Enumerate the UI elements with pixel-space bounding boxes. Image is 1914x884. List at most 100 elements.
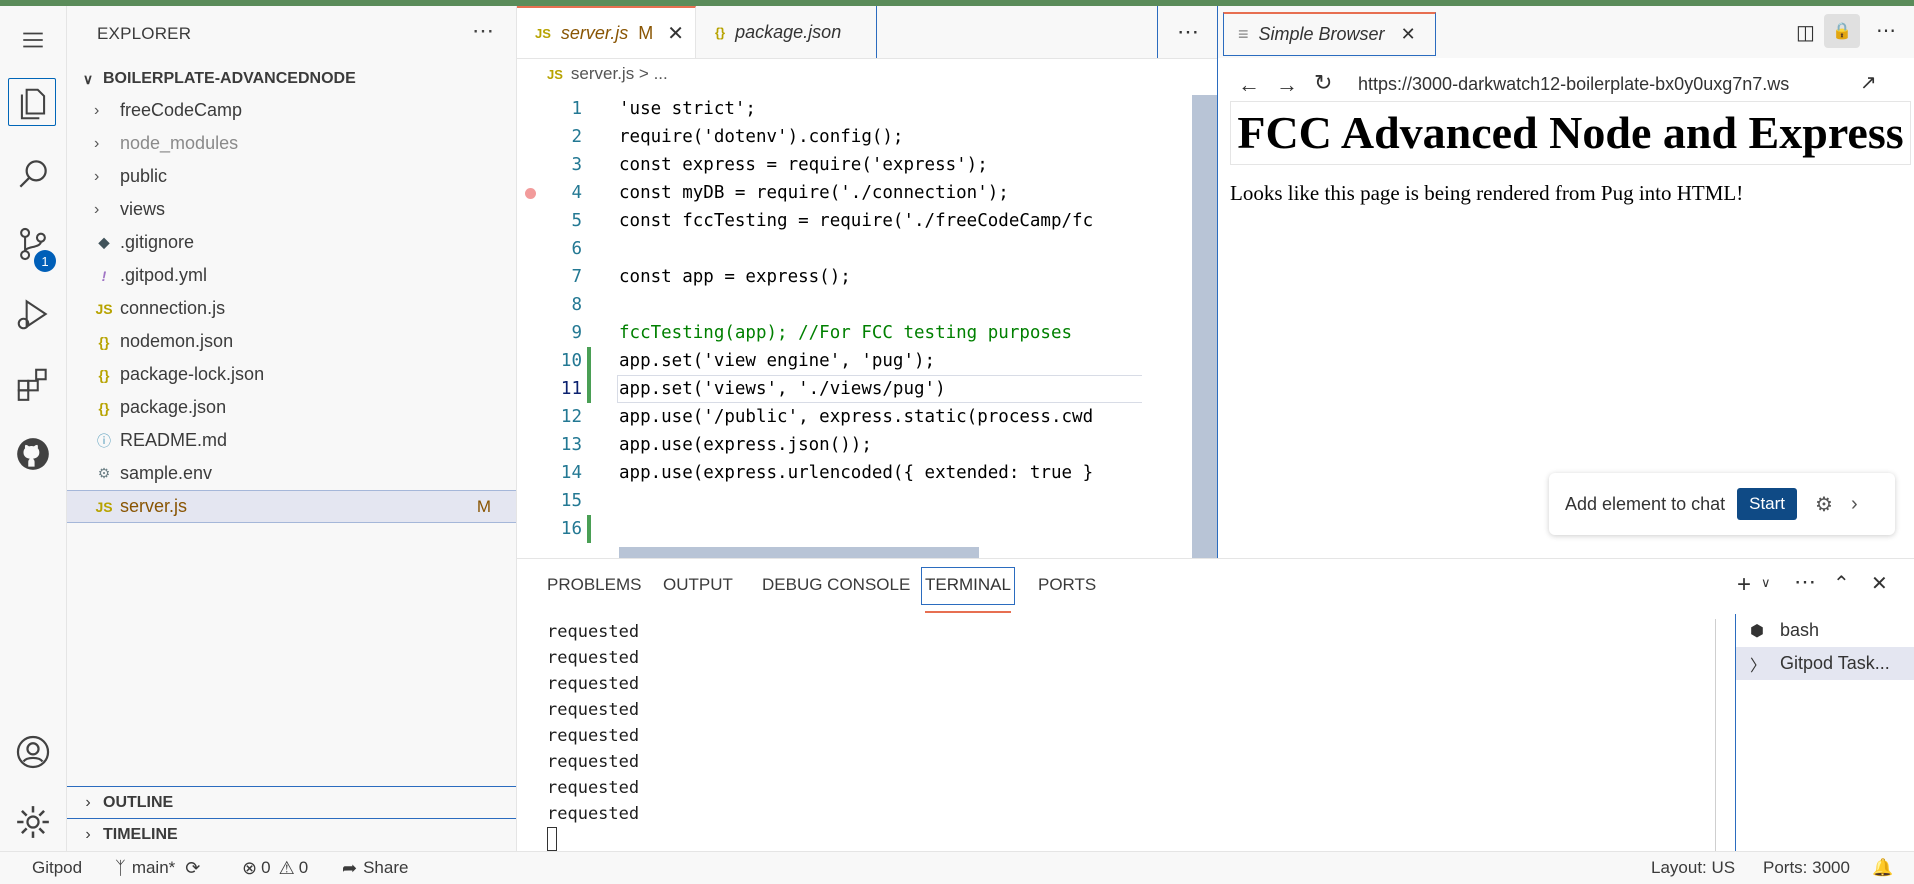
tab-output[interactable]: OUTPUT bbox=[663, 559, 733, 611]
terminal-line: requested bbox=[547, 804, 640, 824]
line-number: 1 bbox=[571, 99, 582, 119]
reload-icon[interactable]: ↻ bbox=[1314, 70, 1332, 96]
chevron-right-icon: › bbox=[94, 101, 100, 119]
terminal-line: requested bbox=[547, 726, 640, 746]
line-number: 2 bbox=[571, 127, 582, 147]
selection-highlight bbox=[619, 547, 979, 558]
line-number: 15 bbox=[560, 491, 582, 511]
tree-file-sample-env[interactable]: ⚙ sample.env bbox=[67, 457, 516, 490]
close-icon[interactable]: ✕ bbox=[667, 21, 684, 46]
file-label: README.md bbox=[120, 430, 228, 450]
editor-more-actions-icon[interactable]: ⋯ bbox=[1157, 6, 1218, 58]
tree-file-package-json[interactable]: {} package.json bbox=[67, 391, 516, 424]
menu-button[interactable] bbox=[0, 12, 66, 68]
terminal-line: requested bbox=[547, 648, 640, 668]
file-label: package-lock.json bbox=[120, 364, 265, 384]
file-label: server.js bbox=[120, 496, 188, 516]
back-arrow-icon[interactable]: ← bbox=[1238, 72, 1260, 98]
terminal-output[interactable]: requested requested requested requested … bbox=[547, 619, 639, 853]
branch-label: main* bbox=[131, 858, 176, 877]
code-line: 16 bbox=[517, 515, 1157, 543]
minimap[interactable] bbox=[1142, 95, 1217, 558]
maximize-panel-chevron-up-icon[interactable]: ⌃ bbox=[1833, 571, 1850, 596]
start-button[interactable]: Start bbox=[1737, 488, 1798, 520]
code-text: app.use('/public', express.static(proces… bbox=[619, 407, 1094, 427]
manage-button[interactable] bbox=[0, 794, 66, 850]
split-editor-icon[interactable]: ◫ bbox=[1796, 20, 1815, 45]
terminal-line: requested bbox=[547, 674, 640, 694]
tab-terminal[interactable]: TERMINAL bbox=[921, 559, 1015, 613]
problems-status[interactable]: ⊗ 0 ⚠ 0 bbox=[242, 852, 308, 884]
accounts-button[interactable] bbox=[0, 724, 66, 780]
workspace-root-folder[interactable]: ∨ BOILERPLATE-ADVANCEDNODE bbox=[67, 64, 516, 94]
code-text: app.set('view engine', 'pug'); bbox=[619, 351, 936, 371]
remote-indicator[interactable]: Gitpod bbox=[32, 852, 82, 884]
ports-status[interactable]: Ports: 3000 bbox=[1763, 852, 1850, 884]
line-number: 6 bbox=[571, 239, 582, 259]
breadcrumb-path[interactable]: server.js > ... bbox=[571, 64, 668, 83]
timeline-label: TIMELINE bbox=[103, 826, 178, 843]
open-external-icon[interactable]: ↗ bbox=[1860, 70, 1877, 95]
tree-folder-freecodecamp[interactable]: › freeCodeCamp bbox=[67, 94, 516, 127]
gear-icon[interactable]: ⚙ bbox=[1815, 492, 1833, 517]
extensions-icon bbox=[17, 368, 47, 401]
notifications-bell-icon[interactable]: 🔔 bbox=[1872, 852, 1893, 884]
terminal-cursor bbox=[547, 827, 557, 851]
forward-arrow-icon[interactable]: → bbox=[1276, 72, 1298, 98]
files-icon bbox=[20, 88, 46, 120]
folder-label: views bbox=[120, 199, 166, 219]
tree-folder-public[interactable]: › public bbox=[67, 160, 516, 193]
tab-server-js[interactable]: JS server.js M ✕ bbox=[517, 6, 696, 58]
more-actions-icon[interactable]: ⋯ bbox=[1794, 569, 1816, 595]
explorer-more-actions-icon[interactable]: ⋯ bbox=[472, 18, 494, 44]
tree-file-connection-js[interactable]: JS connection.js bbox=[67, 292, 516, 325]
terminal-scrollbar[interactable] bbox=[1715, 619, 1732, 852]
tab-ports[interactable]: PORTS bbox=[1038, 559, 1096, 611]
code-line-current: 11 app.set('views', './views/pug') bbox=[517, 375, 1157, 403]
keyboard-layout-status[interactable]: Layout: US bbox=[1651, 852, 1735, 884]
chevron-right-icon: › bbox=[85, 826, 91, 843]
chevron-right-icon: › bbox=[94, 167, 100, 185]
source-control-view-button[interactable]: 1 bbox=[0, 216, 66, 272]
terminal-item-gitpod-task[interactable]: 〉 Gitpod Task... bbox=[1736, 647, 1914, 680]
github-view-button[interactable] bbox=[0, 426, 66, 482]
tree-file-gitpod-yml[interactable]: ! .gitpod.yml bbox=[67, 259, 516, 292]
tree-file-package-lock-json[interactable]: {} package-lock.json bbox=[67, 358, 516, 391]
search-view-button[interactable] bbox=[0, 146, 66, 202]
branch-status[interactable]: ᛉ main* ⟳ bbox=[115, 852, 200, 884]
source-control-badge: 1 bbox=[34, 250, 56, 272]
terminal-item-bash[interactable]: ⬢ bash bbox=[1736, 614, 1914, 647]
tree-file-readme-md[interactable]: ⓘ README.md bbox=[67, 424, 516, 457]
tree-file-server-js[interactable]: JS server.js M bbox=[67, 490, 516, 523]
run-debug-view-button[interactable] bbox=[0, 286, 66, 342]
new-terminal-plus-icon[interactable]: + bbox=[1737, 571, 1751, 599]
explorer-view-button[interactable] bbox=[0, 76, 66, 132]
code-editor[interactable]: 1 'use strict'; 2 require('dotenv').config… bbox=[517, 95, 1157, 558]
outline-section-header[interactable]: › OUTLINE bbox=[67, 786, 516, 819]
extensions-view-button[interactable] bbox=[0, 356, 66, 412]
tree-folder-views[interactable]: › views bbox=[67, 193, 516, 226]
line-number: 4 bbox=[571, 183, 582, 203]
close-panel-icon[interactable]: ✕ bbox=[1871, 571, 1888, 596]
share-button[interactable]: ➦ Share bbox=[342, 852, 408, 884]
tab-simple-browser[interactable]: ≡ Simple Browser ✕ bbox=[1223, 12, 1436, 56]
lock-icon[interactable]: 🔒 bbox=[1824, 14, 1860, 48]
tab-problems[interactable]: PROBLEMS bbox=[547, 559, 641, 611]
chevron-right-icon[interactable]: › bbox=[1851, 493, 1858, 516]
timeline-section-header[interactable]: › TIMELINE bbox=[67, 818, 516, 851]
more-actions-icon[interactable]: ⋯ bbox=[1876, 18, 1896, 43]
git-added-marker bbox=[587, 347, 591, 375]
minimap-slider[interactable] bbox=[1192, 95, 1217, 558]
terminal-line: requested bbox=[547, 700, 640, 720]
terminal-line: requested bbox=[547, 778, 640, 798]
tree-folder-node-modules[interactable]: › node_modules bbox=[67, 127, 516, 160]
tab-debug-console[interactable]: DEBUG CONSOLE bbox=[762, 559, 910, 611]
tree-file-nodemon-json[interactable]: {} nodemon.json bbox=[67, 325, 516, 358]
tree-file-gitignore[interactable]: ◆ .gitignore bbox=[67, 226, 516, 259]
tab-package-json[interactable]: {} package.json bbox=[697, 6, 877, 58]
url-input[interactable]: https://3000-darkwatch12-boilerplate-bx0… bbox=[1358, 74, 1838, 95]
chevron-down-icon[interactable]: ∨ bbox=[1761, 575, 1771, 591]
run-debug-icon bbox=[17, 299, 48, 330]
gear-icon bbox=[17, 806, 49, 838]
close-icon[interactable]: ✕ bbox=[1401, 24, 1416, 45]
